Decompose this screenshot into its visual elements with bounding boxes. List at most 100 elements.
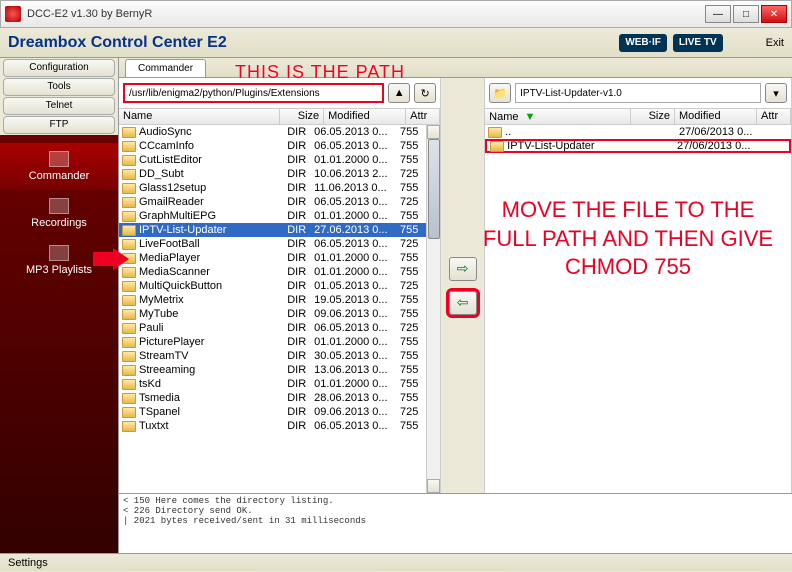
tab-commander[interactable]: Commander xyxy=(125,59,206,77)
window-title: DCC-E2 v1.30 by BernyR xyxy=(27,8,705,20)
file-modified: 06.05.2013 0... xyxy=(310,196,392,208)
right-folder-icon[interactable]: 📁 xyxy=(489,83,511,103)
scroll-down-button[interactable] xyxy=(427,479,440,493)
file-name: Pauli xyxy=(139,322,266,334)
table-row[interactable]: TuxtxtDIR06.05.2013 0...755 xyxy=(119,419,426,433)
right-file-list[interactable]: ..27/06/2013 0...IPTV-List-Updater27/06/… xyxy=(485,125,791,493)
table-row[interactable]: PauliDIR06.05.2013 0...725 xyxy=(119,321,426,335)
table-row[interactable]: MyTubeDIR09.06.2013 0...755 xyxy=(119,307,426,321)
folder-icon xyxy=(122,211,136,222)
sidebar-btn-telnet[interactable]: Telnet xyxy=(3,97,115,115)
col-modified[interactable]: Modified xyxy=(324,109,406,124)
window-titlebar: DCC-E2 v1.30 by BernyR — □ ✕ xyxy=(0,0,792,28)
left-file-list[interactable]: AudioSyncDIR06.05.2013 0...755CCcamInfoD… xyxy=(119,125,426,493)
col-name[interactable]: Name▼ xyxy=(485,109,631,124)
sidebar-item-commander[interactable]: Commander xyxy=(0,143,118,190)
close-button[interactable]: ✕ xyxy=(761,5,787,23)
table-row[interactable]: AudioSyncDIR06.05.2013 0...755 xyxy=(119,125,426,139)
table-row[interactable]: CutListEditorDIR01.01.2000 0...755 xyxy=(119,153,426,167)
right-dropdown-button[interactable]: ▾ xyxy=(765,83,787,103)
left-up-button[interactable]: ▲ xyxy=(388,83,410,103)
table-row[interactable]: TsmediaDIR28.06.2013 0...755 xyxy=(119,391,426,405)
table-row[interactable]: StreeamingDIR13.06.2013 0...755 xyxy=(119,363,426,377)
settings-link[interactable]: Settings xyxy=(8,557,48,569)
file-size: DIR xyxy=(266,168,310,180)
table-row[interactable]: tsKdDIR01.01.2000 0...755 xyxy=(119,377,426,391)
file-modified: 19.05.2013 0... xyxy=(310,294,392,306)
file-size: DIR xyxy=(266,238,310,250)
col-attr[interactable]: Attr xyxy=(406,109,440,124)
folder-icon xyxy=(490,141,504,152)
file-attr: 755 xyxy=(392,392,426,404)
file-name: GraphMultiEPG xyxy=(139,210,266,222)
exit-link[interactable]: Exit xyxy=(766,37,784,49)
file-attr: 725 xyxy=(392,406,426,418)
left-pane: ▲ ↻ Name Size Modified Attr AudioSyncDIR… xyxy=(119,78,441,493)
table-row[interactable]: GraphMultiEPGDIR01.01.2000 0...755 xyxy=(119,209,426,223)
col-name[interactable]: Name xyxy=(119,109,280,124)
file-size: DIR xyxy=(266,252,310,264)
left-scrollbar[interactable] xyxy=(426,125,440,493)
col-modified[interactable]: Modified xyxy=(675,109,757,124)
table-row[interactable]: TSpanelDIR09.06.2013 0...725 xyxy=(119,405,426,419)
file-modified: 01.01.2000 0... xyxy=(310,252,392,264)
sidebar-btn-configuration[interactable]: Configuration xyxy=(3,59,115,77)
left-path-input[interactable] xyxy=(123,83,384,103)
file-size: DIR xyxy=(266,224,310,236)
table-row[interactable]: DD_SubtDIR10.06.2013 2...725 xyxy=(119,167,426,181)
file-size: DIR xyxy=(266,308,310,320)
folder-icon xyxy=(122,141,136,152)
table-row[interactable]: MultiQuickButtonDIR01.05.2013 0...725 xyxy=(119,279,426,293)
col-attr[interactable]: Attr xyxy=(757,109,791,124)
col-size[interactable]: Size xyxy=(280,109,324,124)
file-attr: 755 xyxy=(392,420,426,432)
footer: Settings xyxy=(0,553,792,571)
table-row[interactable]: GmailReaderDIR06.05.2013 0...725 xyxy=(119,195,426,209)
transfer-right-button[interactable]: ⇨ xyxy=(449,257,477,281)
table-row[interactable]: Glass12setupDIR11.06.2013 0...755 xyxy=(119,181,426,195)
file-modified: 01.01.2000 0... xyxy=(310,336,392,348)
table-row[interactable]: ..27/06/2013 0... xyxy=(485,125,791,139)
table-row[interactable]: StreamTVDIR30.05.2013 0...755 xyxy=(119,349,426,363)
file-name: MediaScanner xyxy=(139,266,266,278)
livetv-logo[interactable]: LIVE TV xyxy=(673,34,723,52)
file-modified: 28.06.2013 0... xyxy=(310,392,392,404)
folder-icon xyxy=(122,127,136,138)
left-refresh-button[interactable]: ↻ xyxy=(414,83,436,103)
file-name: CCcamInfo xyxy=(139,140,266,152)
sidebar-btn-ftp[interactable]: FTP xyxy=(3,116,115,134)
sidebar-item-icon xyxy=(49,245,69,261)
table-row[interactable]: CCcamInfoDIR06.05.2013 0...755 xyxy=(119,139,426,153)
sidebar-item-recordings[interactable]: Recordings xyxy=(0,190,118,237)
scroll-thumb[interactable] xyxy=(428,139,440,239)
file-attr: 755 xyxy=(392,308,426,320)
scroll-up-button[interactable] xyxy=(427,125,440,139)
transfer-left-button[interactable]: ⇦ xyxy=(449,291,477,315)
file-name: MyMetrix xyxy=(139,294,266,306)
file-size: DIR xyxy=(266,294,310,306)
maximize-button[interactable]: □ xyxy=(733,5,759,23)
file-name: LiveFootBall xyxy=(139,238,266,250)
folder-icon xyxy=(122,421,136,432)
table-row[interactable]: MyMetrixDIR19.05.2013 0...755 xyxy=(119,293,426,307)
table-row[interactable]: PicturePlayerDIR01.01.2000 0...755 xyxy=(119,335,426,349)
file-attr: 755 xyxy=(392,252,426,264)
table-row[interactable]: IPTV-List-Updater27/06/2013 0... xyxy=(485,139,791,153)
webif-logo[interactable]: WEB·IF xyxy=(619,34,667,52)
table-row[interactable]: LiveFootBallDIR06.05.2013 0...725 xyxy=(119,237,426,251)
table-row[interactable]: MediaScannerDIR01.01.2000 0...755 xyxy=(119,265,426,279)
file-attr: 755 xyxy=(392,336,426,348)
file-name: IPTV-List-Updater xyxy=(507,140,629,152)
table-row[interactable]: MediaPlayerDIR01.01.2000 0...755 xyxy=(119,251,426,265)
file-name: Tuxtxt xyxy=(139,420,266,432)
ftp-log[interactable]: < 150 Here comes the directory listing. … xyxy=(119,493,792,553)
sidebar-btn-tools[interactable]: Tools xyxy=(3,78,115,96)
file-name: Glass12setup xyxy=(139,182,266,194)
file-attr: 755 xyxy=(392,294,426,306)
table-row[interactable]: IPTV-List-UpdaterDIR27.06.2013 0...755 xyxy=(119,223,426,237)
minimize-button[interactable]: — xyxy=(705,5,731,23)
col-size[interactable]: Size xyxy=(631,109,675,124)
file-name: IPTV-List-Updater xyxy=(139,224,266,236)
right-path-input[interactable] xyxy=(515,83,761,103)
sidebar-item-label: Recordings xyxy=(0,217,118,229)
